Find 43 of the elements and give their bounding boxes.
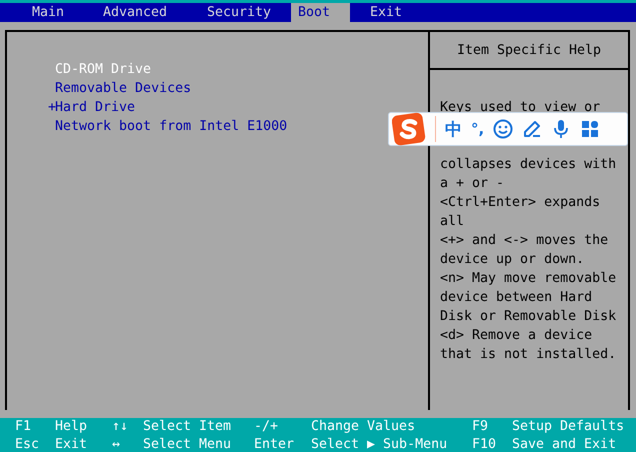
input-mode-toggle[interactable]: 中: [445, 118, 462, 140]
key-name: Enter: [254, 436, 296, 452]
help-text: <+> and <-> moves the: [440, 232, 610, 250]
menu-tab[interactable]: Security: [207, 3, 291, 22]
key-name: F9: [472, 418, 490, 436]
grid-icon[interactable]: [580, 119, 600, 139]
boot-device-item[interactable]: Network boot from Intel E1000: [55, 117, 288, 136]
key-name: F10: [472, 436, 498, 452]
menu-tab[interactable]: Advanced: [103, 3, 207, 22]
key-action: Setup Defaults: [512, 418, 624, 436]
key-name: ↑↓: [112, 418, 130, 436]
s-logo-icon[interactable]: [392, 112, 426, 146]
help-text: collapses devices with: [440, 156, 618, 174]
help-text: <Ctrl+Enter> expands: [440, 194, 602, 212]
key-name: F1: [15, 418, 32, 436]
menu-tab[interactable]: Exit: [370, 3, 402, 22]
help-text: all: [440, 213, 466, 231]
boot-device-item[interactable]: Removable Devices: [55, 79, 192, 98]
menu-tab[interactable]: Main: [32, 3, 103, 22]
help-text: a + or -: [440, 175, 506, 193]
key-action: Select ▶ Sub-Menu: [311, 436, 448, 452]
help-text: <n> May move removable: [440, 270, 618, 288]
key-action: Select Menu: [143, 436, 232, 452]
help-text: device between Hard: [440, 289, 594, 307]
help-text: <d> Remove a device: [440, 327, 594, 345]
punctuation-toggle[interactable]: °,: [471, 120, 484, 138]
key-name: -/+: [254, 418, 280, 436]
menu-tab[interactable]: Boot: [291, 3, 350, 22]
key-action: Save and Exit: [512, 436, 616, 452]
help-title: Item Specific Help: [456, 42, 602, 58]
smiley-icon[interactable]: [493, 119, 514, 139]
key-action: Select Item: [143, 418, 232, 436]
help-text: Disk or Removable Disk: [440, 308, 618, 326]
help-text: device up or down.: [440, 251, 586, 269]
key-action: Help: [55, 418, 88, 436]
key-action: Change Values: [311, 418, 416, 436]
help-text: Keys used to view or: [440, 99, 602, 117]
boot-device-item[interactable]: +Hard Drive: [48, 98, 136, 117]
help-text: that is not installed.: [440, 346, 618, 364]
key-name: ↔: [112, 436, 122, 452]
key-action: Exit: [55, 436, 88, 452]
pencil-icon[interactable]: [522, 119, 542, 139]
key-name: Esc: [15, 436, 40, 452]
